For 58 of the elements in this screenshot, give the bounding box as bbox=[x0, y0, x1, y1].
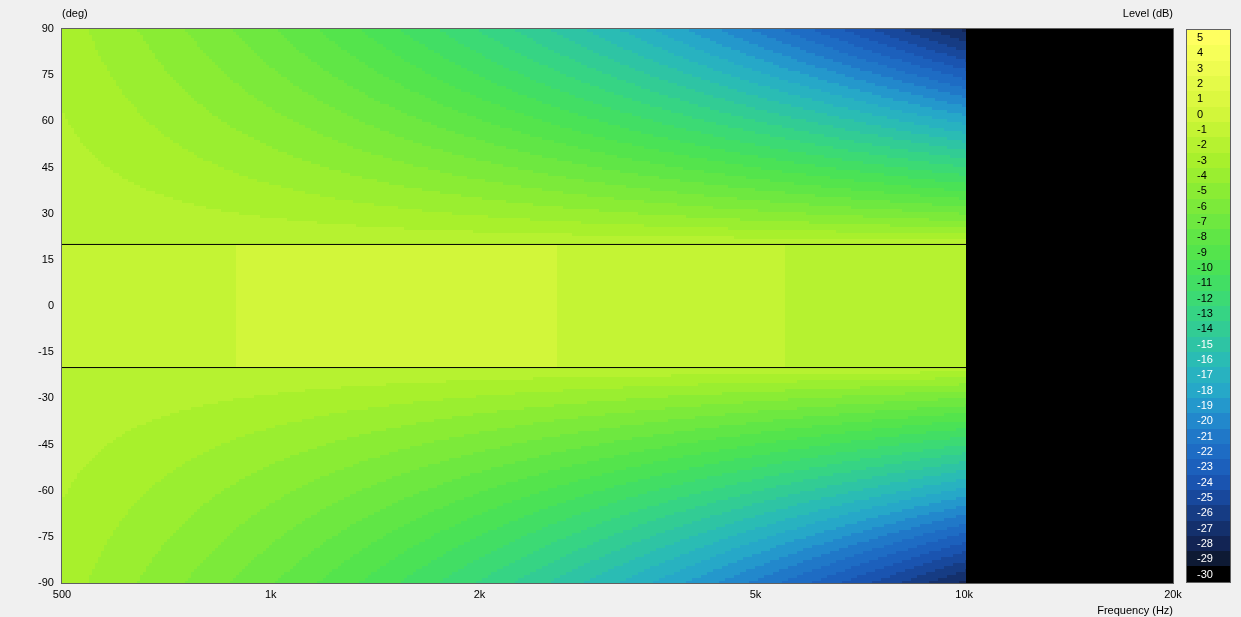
tick-label: -75 bbox=[38, 530, 54, 542]
tick-label: 15 bbox=[41, 253, 54, 265]
tick-label: -45 bbox=[38, 438, 54, 450]
colorbar-label: -15 bbox=[1197, 338, 1213, 350]
colorbar-label: 0 bbox=[1197, 108, 1204, 120]
colorbar-label: -14 bbox=[1197, 323, 1213, 335]
colorbar-label: -25 bbox=[1197, 492, 1213, 503]
colorbar-label: -10 bbox=[1197, 262, 1213, 274]
colorbar-label: 1 bbox=[1197, 93, 1204, 105]
colorbar-label: -26 bbox=[1197, 507, 1213, 519]
axis-label: Frequency (Hz) bbox=[1097, 603, 1173, 617]
colorbar-label: -19 bbox=[1197, 400, 1213, 412]
tick-label: 2k bbox=[473, 589, 486, 600]
colorbar-label: 2 bbox=[1197, 78, 1204, 90]
colorbar-label: -5 bbox=[1197, 185, 1207, 197]
colorbar-label: -7 bbox=[1197, 216, 1207, 228]
colorbar-label: -16 bbox=[1197, 354, 1213, 366]
tick-label: -15 bbox=[38, 346, 54, 358]
tick-label: 20k bbox=[1164, 589, 1182, 600]
colorbar-label: 3 bbox=[1197, 62, 1204, 74]
colorbar-label: -8 bbox=[1197, 231, 1207, 243]
axis-label: (deg) bbox=[62, 6, 88, 21]
colorbar-label: -23 bbox=[1197, 461, 1213, 473]
colorbar-label: -4 bbox=[1197, 170, 1207, 182]
tick-label: 90 bbox=[41, 23, 54, 34]
tick-label: -90 bbox=[38, 577, 54, 588]
tick-label: -60 bbox=[38, 484, 54, 496]
colorbar-label: -6 bbox=[1197, 200, 1207, 212]
tick-label: 45 bbox=[41, 161, 54, 173]
axis-label: Level (dB) bbox=[1122, 6, 1173, 21]
colorbar-label: -22 bbox=[1197, 446, 1213, 457]
colorbar-label: -24 bbox=[1197, 476, 1213, 488]
colorbar-label: -9 bbox=[1197, 246, 1207, 258]
colorbar-label: -21 bbox=[1197, 430, 1213, 442]
colorbar-label: -3 bbox=[1197, 154, 1207, 166]
tick-label: 5k bbox=[749, 589, 762, 600]
colorbar-label: -30 bbox=[1197, 568, 1213, 580]
tick-label: 1k bbox=[264, 589, 277, 600]
tick-label: 10k bbox=[955, 589, 974, 600]
tick-label: 75 bbox=[41, 69, 54, 81]
tick-label: 60 bbox=[41, 115, 54, 127]
tick-label: 500 bbox=[52, 589, 72, 600]
colorbar-label: 5 bbox=[1197, 32, 1204, 44]
colorbar-label: -2 bbox=[1197, 139, 1207, 151]
colorbar-label: -28 bbox=[1197, 538, 1213, 549]
colorbar-label: -18 bbox=[1197, 384, 1213, 396]
colorbar-label: -11 bbox=[1197, 277, 1213, 289]
colorbar-label: -1 bbox=[1197, 124, 1207, 136]
colorbar-label: 4 bbox=[1197, 47, 1204, 59]
colorbar-label: -13 bbox=[1197, 308, 1213, 320]
colorbar-label: -27 bbox=[1197, 522, 1213, 534]
tick-label: -30 bbox=[38, 392, 54, 404]
tick-label: 0 bbox=[47, 300, 54, 311]
colorbar-label: -17 bbox=[1197, 369, 1213, 381]
tick-label: 30 bbox=[41, 207, 54, 219]
colorbar-label: -20 bbox=[1197, 415, 1213, 427]
colorbar-label: -12 bbox=[1197, 292, 1213, 304]
colorbar-label: -29 bbox=[1197, 553, 1213, 565]
